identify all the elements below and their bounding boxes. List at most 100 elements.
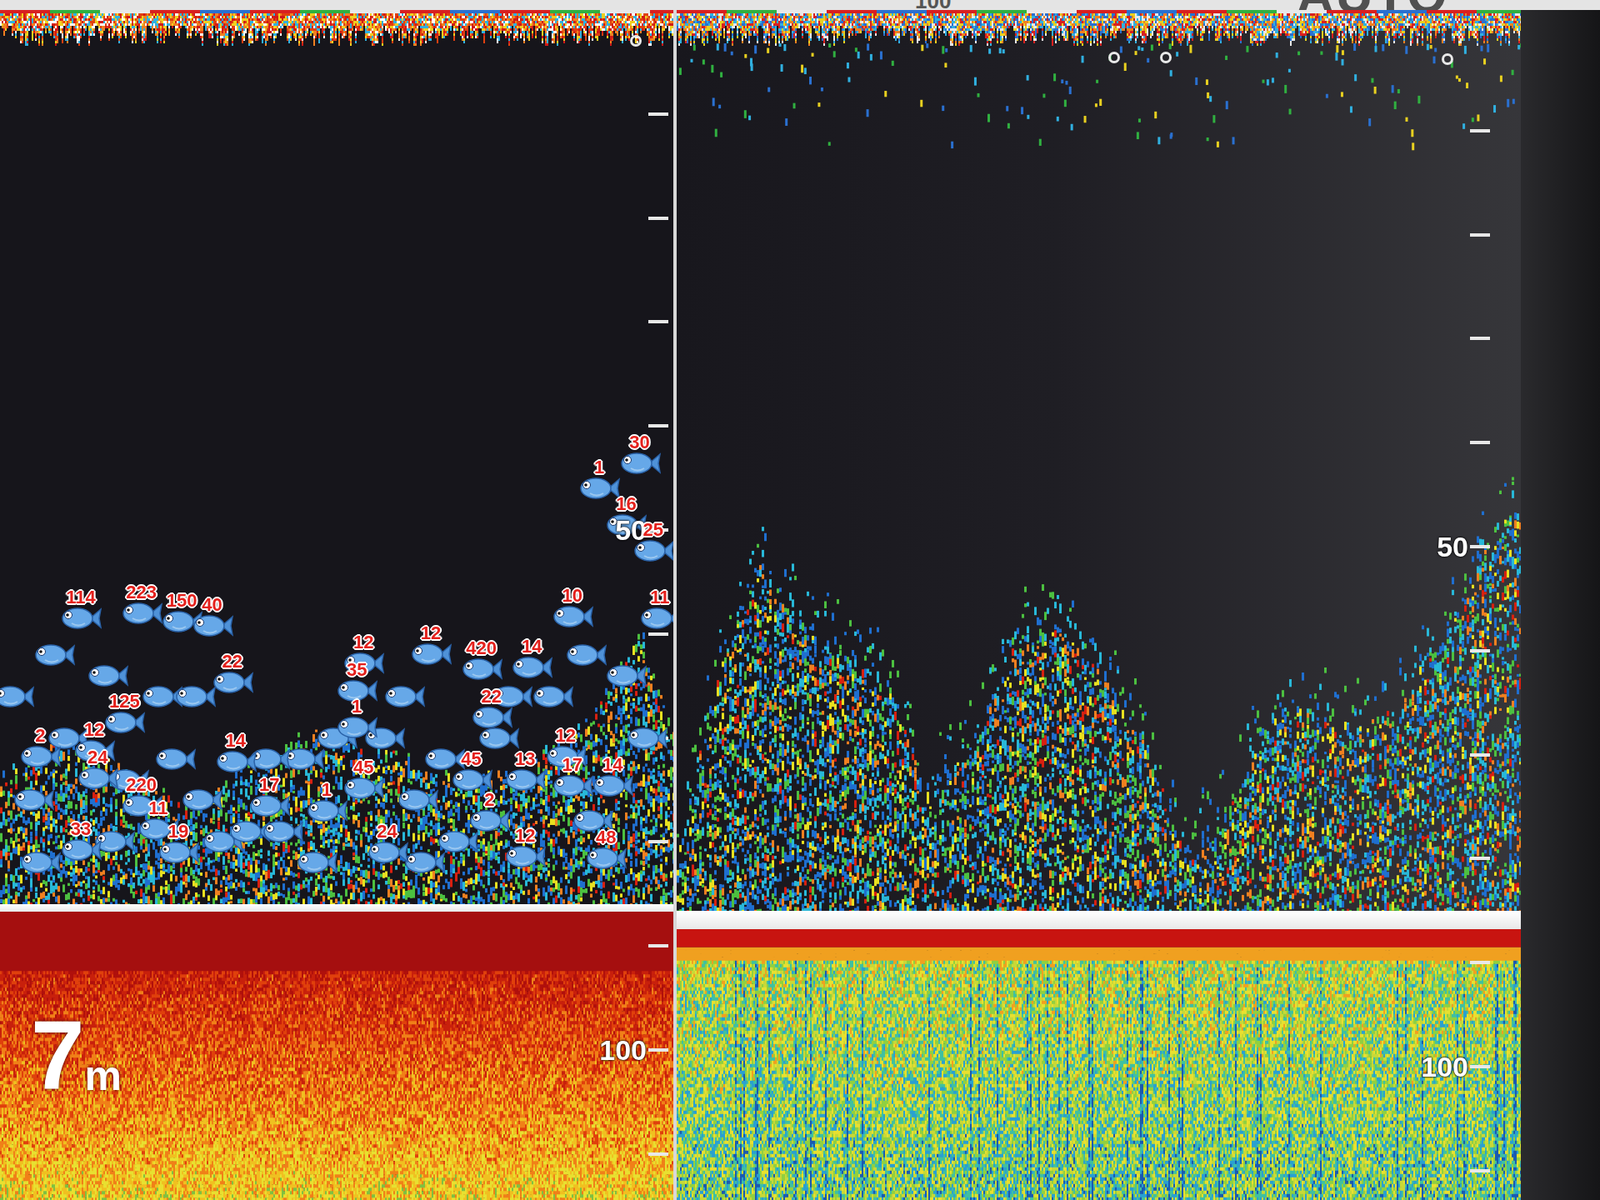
fish-icon: [19, 743, 61, 770]
fish-icon: [174, 683, 216, 710]
fish-icon: [605, 662, 647, 690]
fish-icon: [551, 603, 594, 630]
depth-tick: [1470, 960, 1490, 965]
fish-size-label: 16: [615, 495, 636, 514]
depth-tick: [648, 112, 669, 116]
depth-unit: m: [85, 1055, 122, 1104]
zero-marker-icon: [1108, 51, 1120, 64]
fish-icon: [228, 818, 270, 845]
fish-icon: [180, 786, 223, 814]
fish-icon: [305, 797, 348, 825]
fish-icon: [19, 849, 61, 876]
fish-size-label: 33: [70, 820, 91, 839]
bottom-line: [676, 910, 1521, 930]
fish-size-label: 14: [521, 637, 542, 656]
depth-tick: [1470, 753, 1490, 757]
fish-icon: [33, 641, 75, 669]
fish-size-label: 35: [346, 660, 367, 680]
zero-marker-icon: [1160, 51, 1172, 64]
fish-size-label: 2: [484, 790, 495, 810]
fish-icon: [103, 709, 145, 736]
echo-canvas: [0, 10, 674, 1200]
depth-tick: [648, 1048, 669, 1052]
fish-size-label: 24: [376, 822, 397, 841]
depth-tick: [1470, 649, 1490, 653]
fish-icon: [510, 654, 553, 681]
echo-canvas: [676, 10, 1521, 1200]
depth-tick: [648, 632, 669, 636]
fish-icon: [60, 605, 102, 632]
fish-icon: [504, 843, 546, 870]
fish-icon: [342, 775, 385, 802]
fish-size-label: 12: [555, 726, 575, 745]
range-text: 100: [915, 0, 951, 10]
fish-icon: [578, 475, 620, 502]
fish-icon: [154, 745, 196, 773]
fish-icon: [211, 669, 254, 696]
fish-size-label: 150: [166, 591, 198, 610]
fish-size-label: 17: [259, 775, 280, 795]
fish-icon: [86, 662, 129, 690]
fish-icon: [0, 683, 35, 710]
fish-size-label: 11: [650, 588, 670, 607]
fish-size-label: 48: [595, 828, 616, 847]
screen-bezel: [1520, 10, 1600, 1200]
fish-size-label: 13: [515, 750, 535, 769]
fish-icon: [565, 641, 607, 669]
depth-scale-label: 100: [599, 1035, 669, 1065]
fish-size-label: 10: [562, 586, 583, 605]
depth-tick: [1470, 1065, 1490, 1069]
fish-icon: [215, 748, 257, 775]
fish-icon: [396, 786, 439, 814]
zero-marker-icon: [630, 35, 642, 47]
depth-tick: [648, 216, 669, 220]
depth-tick: [1470, 129, 1490, 133]
fish-icon: [12, 786, 55, 814]
fish-icon: [625, 725, 668, 752]
fish-size-label: 11: [148, 799, 168, 818]
mode-text: AUTO: [1296, 0, 1450, 10]
fish-icon: [585, 845, 627, 872]
fish-icon: [591, 772, 634, 800]
fish-size-label: 24: [87, 748, 108, 767]
fish-finder-screen: 100AUTO501003011625101111422315040221235…: [0, 0, 1600, 1200]
fish-size-label: 114: [65, 588, 96, 607]
bottom-line: [0, 904, 674, 912]
depth-readout: 7m: [30, 1006, 122, 1104]
fish-size-label: 40: [201, 595, 222, 615]
fish-icon: [450, 766, 493, 794]
fish-icon: [436, 828, 479, 855]
sonar-panel: 50 100: [676, 10, 1521, 1200]
fish-size-label: 1: [321, 780, 332, 800]
fish-size-label: 25: [643, 520, 664, 540]
depth-scale-label: 50: [1436, 532, 1490, 561]
fish-icon: [60, 836, 102, 864]
sonar-view: 5010030116251011114223150402212351242014…: [0, 10, 1600, 1200]
fish-size-label: 1: [594, 458, 605, 477]
depth-tick: [1470, 856, 1490, 860]
fish-icon: [261, 818, 304, 845]
fish-icon: [460, 655, 503, 683]
fish-icon: [468, 807, 510, 835]
fish-icon: [248, 792, 290, 820]
fish-icon: [295, 849, 338, 876]
fish-size-label: 12: [420, 624, 441, 643]
fish-size-label: 17: [562, 755, 583, 775]
fish-icon: [639, 605, 674, 632]
depth-scale-text: 50: [615, 515, 647, 545]
fish-icon: [157, 839, 200, 866]
fish-size-label: 14: [225, 731, 246, 750]
fish-size-label: 223: [125, 583, 157, 602]
fish-size-label: 14: [602, 755, 623, 775]
fish-icon: [191, 612, 234, 640]
fish-size-label: 220: [125, 775, 157, 795]
depth-tick: [648, 1152, 669, 1156]
fish-size-label: 19: [168, 822, 189, 841]
fish-size-label: 12: [353, 633, 374, 652]
depth-scale-label: 100: [1420, 1052, 1490, 1081]
depth-tick: [1470, 545, 1490, 549]
fish-size-label: 30: [629, 433, 650, 452]
fish-icon: [423, 745, 465, 773]
depth-tick: [1470, 336, 1490, 340]
depth-value: 7: [30, 1006, 85, 1104]
